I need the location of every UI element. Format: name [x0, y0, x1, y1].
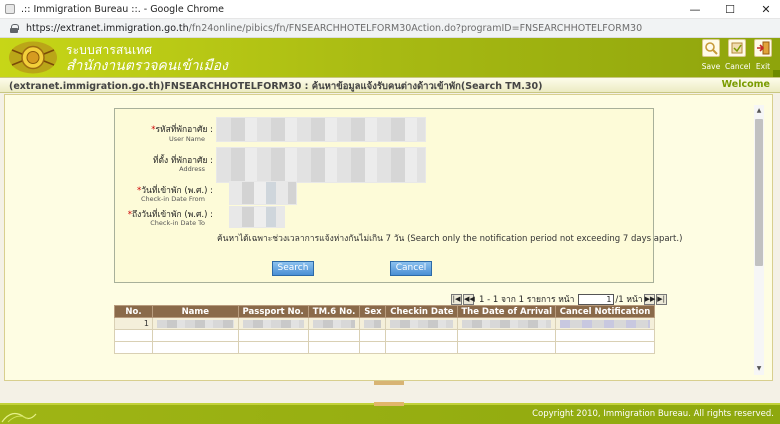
- user-name-label: *รหัสที่พักอาศัย :: [151, 125, 213, 135]
- url-path: /fn24online/pibics/fn/FNSEARCHHOTELFORM3…: [188, 22, 643, 34]
- col-checkin-date: Checkin Date: [385, 305, 459, 318]
- row-tm6-redacted: [307, 317, 361, 330]
- search-period-hint: ค้นหาได้เฉพาะช่วงเวลาการแจ้งห่างกันไม่เก…: [217, 234, 683, 244]
- page-title: (extranet.immigration.go.th)FNSEARCHHOTE…: [9, 81, 543, 92]
- row-sex-redacted: [359, 317, 387, 330]
- checkin-from-sublabel: Check-in Date From: [140, 195, 205, 203]
- checkin-to-field[interactable]: [229, 206, 285, 228]
- user-name-sublabel: User Name: [168, 135, 205, 143]
- app-header: ระบบสารสนเทศ สำนักงานตรวจคนเข้าเมือง Sav…: [0, 38, 780, 77]
- immigration-emblem-icon: [9, 41, 57, 74]
- scroll-up-arrow-icon[interactable]: ▲: [755, 107, 763, 114]
- org-name-line2: สำนักงานตรวจคนเข้าเมือง: [66, 58, 228, 74]
- row-passport-redacted: [237, 317, 309, 330]
- col-tm6: TM.6 No.: [307, 305, 361, 318]
- table-header-row: No. Name Passport No. TM.6 No. Sex Check…: [114, 305, 655, 318]
- col-cancel-notification: Cancel Notification: [555, 305, 655, 318]
- col-sex: Sex: [359, 305, 387, 318]
- page-favicon-icon: [5, 4, 15, 14]
- toolbar-save-button[interactable]: Save: [699, 38, 723, 71]
- col-no: No.: [114, 305, 153, 318]
- table-row-empty: [114, 329, 655, 342]
- page-summary: 1 - 1 จาก 1 รายการ หน้า: [479, 295, 575, 305]
- last-page-icon[interactable]: ▶|: [655, 293, 667, 305]
- col-passport: Passport No.: [237, 305, 309, 318]
- frame-divider-tab: [374, 381, 404, 385]
- toolbar-cancel-label: Cancel: [725, 62, 751, 71]
- col-name: Name: [151, 305, 239, 318]
- next-page-icon[interactable]: ▶▶: [643, 293, 655, 305]
- results-table: No. Name Passport No. TM.6 No. Sex Check…: [114, 305, 655, 354]
- toolbar-cancel-button[interactable]: Cancel: [725, 38, 751, 71]
- copyright-text: Copyright 2010, Immigration Bureau. All …: [532, 409, 774, 419]
- row-arrival-redacted: [457, 317, 557, 330]
- cancel-icon: [728, 39, 746, 57]
- save-icon: [702, 39, 720, 57]
- footer-tab: [374, 402, 404, 406]
- pagination: |◀ ◀◀ 1 - 1 จาก 1 รายการ หน้า 1 /1 หน้า …: [451, 293, 668, 305]
- row-cancel-link-redacted[interactable]: [555, 317, 655, 330]
- col-arrival-date: The Date of Arrival: [457, 305, 557, 318]
- url-host: https://extranet.immigration.go.th: [26, 22, 189, 34]
- form-title-bar: (extranet.immigration.go.th)FNSEARCHHOTE…: [0, 77, 780, 93]
- maximize-button[interactable]: ☐: [716, 0, 744, 19]
- footer-ornament-icon: [1, 412, 37, 423]
- address-sublabel: Address: [179, 165, 205, 173]
- checkin-to-sublabel: Check-in Date To: [150, 219, 205, 227]
- scroll-down-arrow-icon[interactable]: ▼: [755, 365, 763, 372]
- toolbar-save-label: Save: [701, 62, 721, 71]
- browser-title-bar: .:: Immigration Bureau ::. - Google Chro…: [0, 0, 780, 19]
- row-name-redacted: [151, 317, 239, 330]
- cancel-button[interactable]: Cancel: [390, 261, 432, 276]
- vertical-scrollbar-thumb[interactable]: [755, 119, 763, 266]
- row-no: 1: [114, 317, 153, 330]
- first-page-icon[interactable]: |◀: [451, 293, 462, 305]
- toolbar-exit-button[interactable]: Exit: [751, 38, 775, 71]
- address-field[interactable]: [216, 147, 426, 183]
- page-total: /1 หน้า: [615, 295, 643, 305]
- window-title: .:: Immigration Bureau ::. - Google Chro…: [21, 3, 224, 15]
- exit-icon: [754, 39, 772, 57]
- user-name-field[interactable]: [216, 117, 426, 142]
- table-row-empty: [114, 341, 655, 354]
- lock-icon: [10, 23, 19, 33]
- url-text[interactable]: https://extranet.immigration.go.th/fn24o…: [26, 23, 642, 34]
- toolbar-exit-label: Exit: [755, 62, 771, 71]
- address-bar[interactable]: https://extranet.immigration.go.th/fn24o…: [0, 19, 780, 38]
- welcome-text: Welcome: [721, 79, 770, 90]
- search-button[interactable]: Search: [272, 261, 314, 276]
- checkin-from-field[interactable]: [229, 181, 297, 205]
- row-checkin-redacted: [385, 317, 459, 330]
- page-footer: Copyright 2010, Immigration Bureau. All …: [0, 402, 780, 424]
- main-content: *รหัสที่พักอาศัย : User Name ที่ตั้ง ที่…: [4, 94, 773, 381]
- minimize-button[interactable]: —: [681, 0, 709, 19]
- prev-page-icon[interactable]: ◀◀: [463, 293, 475, 305]
- search-form: *รหัสที่พักอาศัย : User Name ที่ตั้ง ที่…: [114, 108, 682, 283]
- table-row[interactable]: 1: [114, 317, 655, 330]
- close-window-button[interactable]: ✕: [752, 0, 780, 19]
- page-number-input[interactable]: 1: [578, 293, 615, 305]
